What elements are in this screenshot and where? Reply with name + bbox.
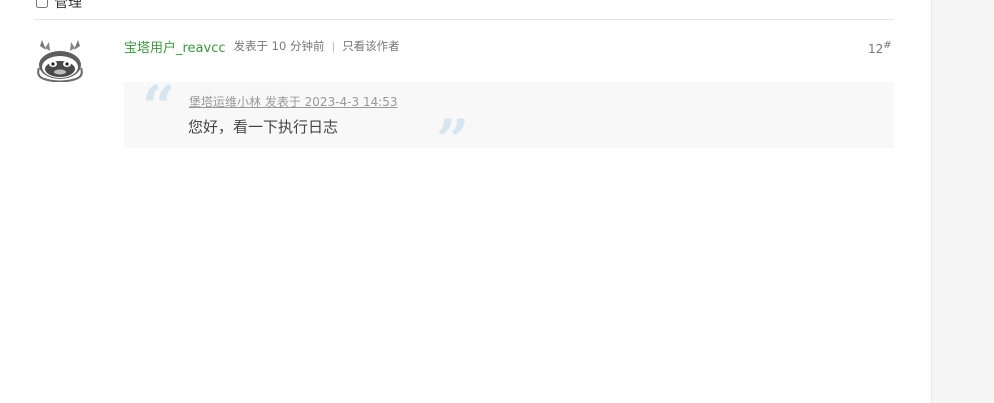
- quote-block: “ 堡塔运维小林 发表于 2023-4-3 14:53 您好，看一下执行日志 ”: [124, 78, 894, 170]
- close-quote-icon: ”: [436, 107, 470, 175]
- quote-ref-posted: 发表于 2023-4-3 14:53: [264, 95, 398, 109]
- manage-checkbox[interactable]: [36, 0, 48, 8]
- cat-avatar-icon: [37, 40, 83, 83]
- right-sidebar: [931, 0, 994, 403]
- avatar[interactable]: [34, 38, 86, 83]
- post-divider: [34, 19, 894, 20]
- posted-time: 发表于 10 分钟前: [233, 39, 325, 53]
- quote-text: 您好，看一下执行日志: [188, 118, 339, 136]
- manage-row: 管理: [36, 0, 82, 11]
- quote-reference-link[interactable]: 堡塔运维小林 发表于 2023-4-3 14:53: [189, 93, 398, 110]
- floor-suffix: #: [883, 40, 892, 51]
- manage-label: 管理: [54, 0, 82, 11]
- only-author-link[interactable]: 只看该作者: [342, 38, 400, 54]
- floor-number[interactable]: 12#: [868, 40, 892, 56]
- post-meta: 宝塔用户_reavcc 发表于 10 分钟前 | 只看该作者: [124, 37, 400, 56]
- meta-separator: |: [331, 39, 336, 53]
- quote-ref-author: 堡塔运维小林: [189, 95, 262, 109]
- floor-number-value: 12: [868, 42, 884, 56]
- open-quote-icon: “: [142, 73, 176, 141]
- author-link[interactable]: 宝塔用户_reavcc: [124, 37, 226, 56]
